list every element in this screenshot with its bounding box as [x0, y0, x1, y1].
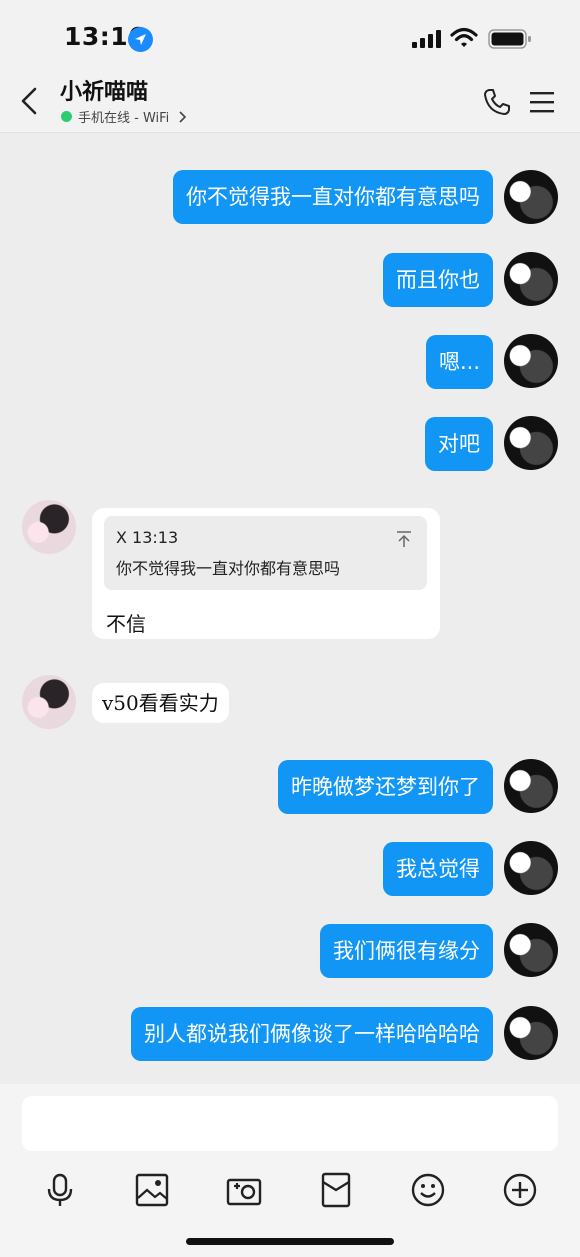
- my-avatar[interactable]: [504, 1006, 558, 1060]
- online-dot: [61, 111, 72, 122]
- message-bubble-out[interactable]: 对吧: [425, 417, 493, 471]
- message-bubble-in[interactable]: X 13:13 你不觉得我一直对你都有意思吗 不信: [92, 508, 440, 639]
- quoted-message[interactable]: X 13:13 你不觉得我一直对你都有意思吗: [104, 516, 427, 590]
- my-avatar[interactable]: [504, 923, 558, 977]
- message-bubble-out[interactable]: 而且你也: [383, 253, 493, 307]
- phone-icon[interactable]: [482, 87, 512, 117]
- wifi-icon: [450, 27, 478, 47]
- online-status-label: 手机在线 - WiFi: [78, 111, 170, 126]
- message-input[interactable]: [22, 1096, 558, 1151]
- message-bubble-in[interactable]: v50看看实力: [92, 683, 229, 723]
- online-status[interactable]: 手机在线 - WiFi: [61, 107, 187, 126]
- signal-icon: [412, 30, 441, 48]
- contact-avatar[interactable]: [22, 500, 76, 554]
- my-avatar[interactable]: [504, 170, 558, 224]
- location-arrow-icon: [128, 27, 153, 52]
- chevron-right-icon: [179, 110, 187, 123]
- my-avatar[interactable]: [504, 252, 558, 306]
- message-bubble-out[interactable]: 我总觉得: [383, 842, 493, 896]
- contact-avatar[interactable]: [22, 675, 76, 729]
- battery-icon: [488, 29, 531, 49]
- message-bubble-out[interactable]: 昨晚做梦还梦到你了: [278, 760, 493, 814]
- my-avatar[interactable]: [504, 759, 558, 813]
- emoji-icon[interactable]: [410, 1172, 446, 1208]
- top-bar: 13:16 小祈喵喵 手机在线 - WiFi: [0, 0, 580, 133]
- quote-header: X 13:13: [116, 528, 179, 547]
- message-bubble-out[interactable]: 别人都说我们俩像谈了一样哈哈哈哈: [131, 1007, 493, 1061]
- home-indicator[interactable]: [186, 1238, 394, 1245]
- my-avatar[interactable]: [504, 841, 558, 895]
- message-bubble-out[interactable]: 我们俩很有缘分: [320, 924, 493, 978]
- my-avatar[interactable]: [504, 416, 558, 470]
- message-text: 不信: [106, 612, 146, 636]
- chat-title[interactable]: 小祈喵喵: [60, 74, 148, 106]
- message-bubble-out[interactable]: 嗯...: [425, 335, 493, 389]
- plus-icon[interactable]: [502, 1172, 538, 1208]
- message-bubble-out[interactable]: 你不觉得我一直对你都有意思吗: [173, 170, 493, 224]
- jump-to-top-icon[interactable]: [395, 530, 413, 548]
- red-packet-icon[interactable]: [318, 1172, 354, 1208]
- my-avatar[interactable]: [504, 334, 558, 388]
- camera-icon[interactable]: [226, 1172, 262, 1208]
- quote-text: 你不觉得我一直对你都有意思吗: [116, 559, 341, 578]
- mic-icon[interactable]: [42, 1172, 78, 1208]
- input-bar: [0, 1084, 580, 1257]
- image-icon[interactable]: [134, 1172, 170, 1208]
- back-arrow-icon[interactable]: [16, 86, 44, 116]
- menu-icon[interactable]: [530, 90, 554, 114]
